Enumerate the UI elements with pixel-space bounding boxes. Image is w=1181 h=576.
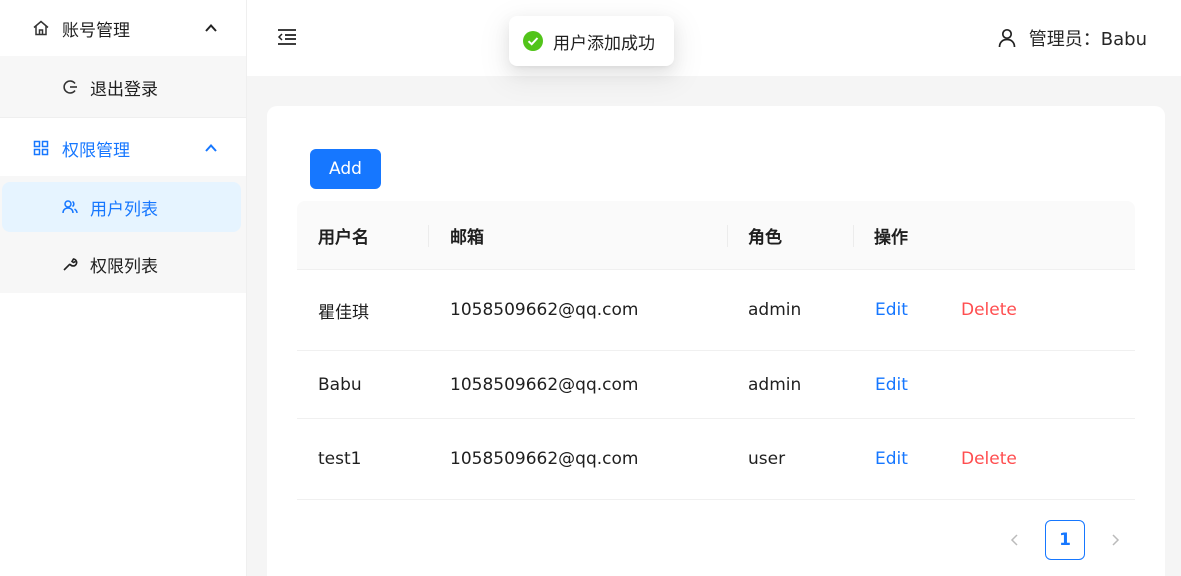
menu-item-logout[interactable]: 退出登录 (2, 62, 241, 112)
submenu-panel-account: 退出登录 (0, 56, 246, 117)
cell-role: admin (748, 374, 802, 395)
cell-role: user (748, 449, 786, 469)
submenu-permission-management[interactable]: 权限管理 (0, 120, 246, 176)
column-separator (727, 225, 728, 247)
chevron-up-icon (204, 20, 218, 34)
column-separator (853, 225, 854, 247)
delete-link[interactable]: Delete (961, 419, 1017, 499)
menu-item-label: 退出登录 (90, 79, 158, 100)
column-separator (428, 225, 429, 247)
edit-link[interactable]: Edit (875, 270, 908, 350)
cell-role: admin (748, 300, 802, 320)
prev-page-icon[interactable] (1005, 530, 1025, 550)
users-icon (62, 199, 78, 215)
user-icon (997, 28, 1017, 48)
wrench-icon (62, 256, 78, 272)
submenu-label: 权限管理 (62, 140, 130, 161)
check-circle-icon (523, 31, 543, 51)
menu-fold-icon[interactable] (277, 28, 297, 46)
column-header-username: 用户名 (318, 228, 369, 248)
edit-link[interactable]: Edit (875, 419, 908, 499)
edit-link[interactable]: Edit (875, 351, 908, 418)
add-user-button[interactable]: Add (310, 149, 381, 189)
current-user[interactable]: 管理员：Babu (997, 25, 1147, 51)
cell-email: 1058509662@qq.com (450, 449, 639, 469)
next-page-icon[interactable] (1105, 530, 1125, 550)
menu-item-label: 权限列表 (90, 256, 158, 277)
menu-item-user-list[interactable]: 用户列表 (2, 182, 241, 232)
cell-username: test1 (318, 449, 362, 469)
sidebar: 账号管理 退出登录 权限管理 用户列表 权限列表 (0, 0, 247, 576)
divider (0, 117, 246, 118)
table-row: 瞿佳琪 1058509662@qq.com admin Edit Delete (297, 270, 1135, 351)
table-header: 用户名 邮箱 角色 操作 (297, 201, 1135, 270)
submenu-account-management[interactable]: 账号管理 (0, 0, 246, 56)
home-icon (32, 19, 50, 37)
chevron-up-icon (204, 140, 218, 154)
cell-email: 1058509662@qq.com (450, 374, 639, 395)
column-header-email: 邮箱 (450, 228, 484, 248)
column-header-actions: 操作 (874, 228, 908, 248)
success-toast: 用户添加成功 (509, 16, 674, 66)
cell-username: Babu (318, 374, 362, 395)
cell-email: 1058509662@qq.com (450, 300, 639, 320)
cell-username: 瞿佳琪 (318, 302, 369, 323)
pagination: 1 (267, 519, 1165, 561)
submenu-panel-permission: 用户列表 权限列表 (0, 176, 246, 293)
toast-message: 用户添加成功 (553, 33, 655, 54)
table-row: Babu 1058509662@qq.com admin Edit (297, 351, 1135, 419)
content-card: Add 用户名 邮箱 角色 操作 瞿佳琪 1058509662@qq.com a… (267, 106, 1165, 576)
user-table: 用户名 邮箱 角色 操作 瞿佳琪 1058509662@qq.com admin… (297, 201, 1135, 500)
logout-icon (62, 79, 78, 95)
appstore-icon (32, 139, 50, 157)
table-row: test1 1058509662@qq.com user Edit Delete (297, 419, 1135, 500)
menu-item-permission-list[interactable]: 权限列表 (2, 239, 241, 289)
top-header: 管理员：Babu (247, 0, 1181, 76)
column-header-role: 角色 (748, 228, 782, 248)
page-number-button[interactable]: 1 (1045, 520, 1085, 560)
menu-item-label: 用户列表 (90, 199, 158, 220)
user-label: 管理员：Babu (1028, 29, 1147, 50)
submenu-label: 账号管理 (62, 20, 130, 41)
delete-link[interactable]: Delete (961, 270, 1017, 350)
